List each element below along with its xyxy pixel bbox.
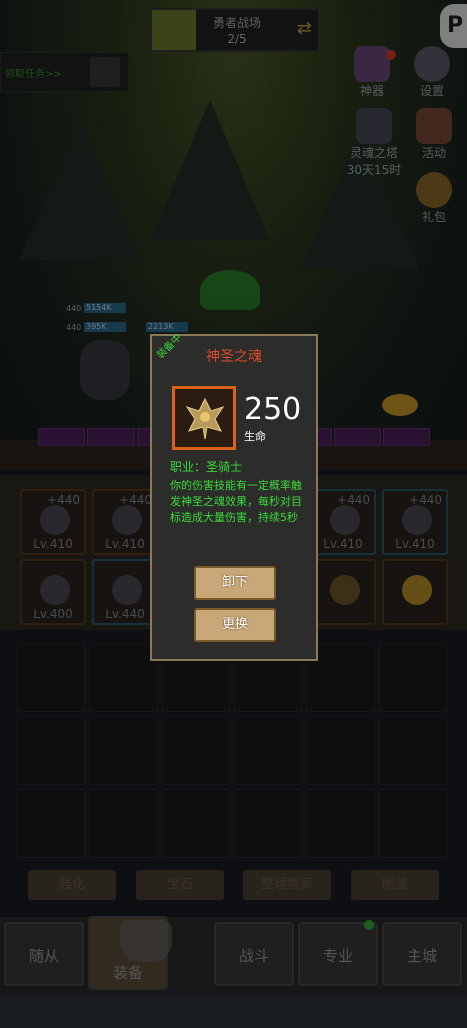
stat-value: 250 xyxy=(244,392,302,427)
item-name: 神圣之魂 xyxy=(206,349,262,365)
job-requirement: 职业：圣骑士 xyxy=(170,460,243,474)
emblem-icon xyxy=(185,397,225,440)
item-icon-frame xyxy=(172,386,236,450)
item-detail-popup: 装备中 神圣之魂 250 生命 职业：圣骑士 你的伤害技能有一定概率触发神圣之魂… xyxy=(150,332,318,661)
replace-button[interactable]: 更换 xyxy=(194,608,276,642)
item-description: 你的伤害技能有一定概率触发神圣之魂效果，每秒对目标造成大量伤害，持续5秒 xyxy=(170,479,302,524)
stat-label: 生命 xyxy=(244,430,266,443)
unequip-button[interactable]: 卸下 xyxy=(194,566,276,600)
